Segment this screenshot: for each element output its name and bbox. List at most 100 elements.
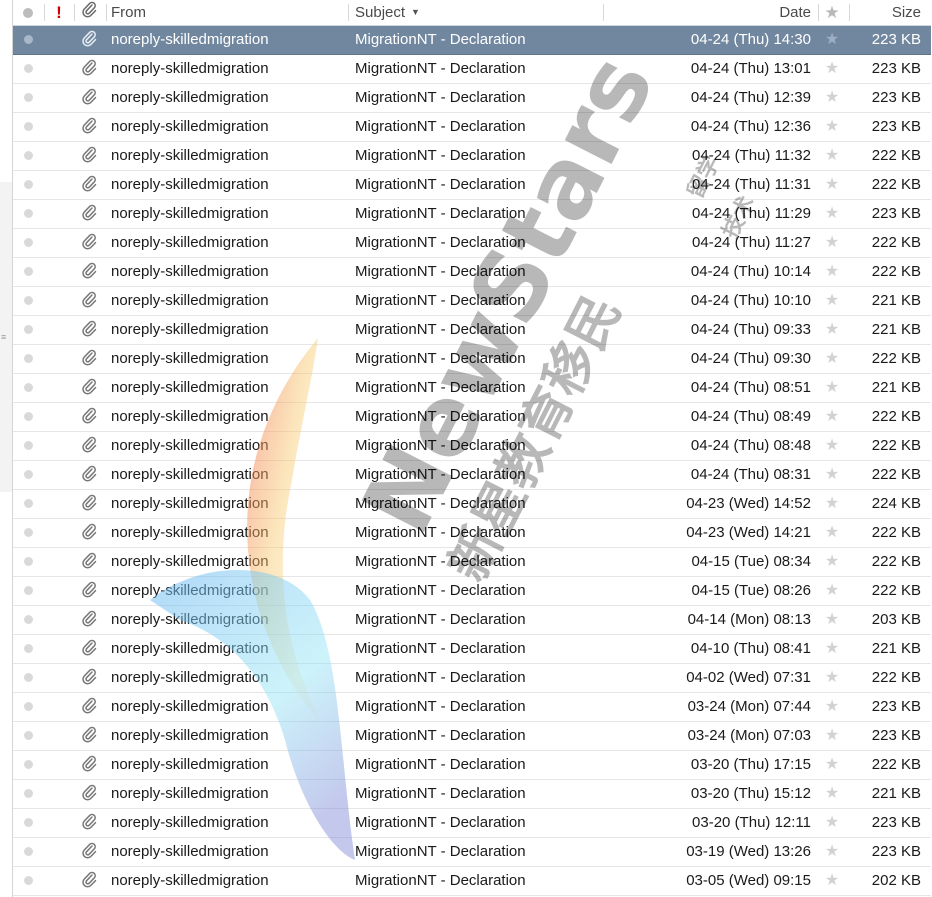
message-row[interactable]: noreply-skilledmigration MigrationNT - De… — [13, 635, 931, 664]
message-row[interactable]: noreply-skilledmigration MigrationNT - De… — [13, 316, 931, 345]
star-icon[interactable]: ★ — [819, 722, 845, 750]
star-icon[interactable]: ★ — [819, 838, 845, 866]
star-icon[interactable]: ★ — [819, 519, 845, 547]
from-column-header[interactable]: From — [111, 0, 351, 25]
read-status-toggle[interactable] — [13, 258, 43, 286]
read-status-toggle[interactable] — [13, 751, 43, 779]
star-icon[interactable]: ★ — [819, 780, 845, 808]
read-status-toggle[interactable] — [13, 519, 43, 547]
star-icon[interactable]: ★ — [819, 693, 845, 721]
message-row[interactable]: noreply-skilledmigration MigrationNT - De… — [13, 664, 931, 693]
star-icon[interactable]: ★ — [819, 26, 845, 54]
message-row[interactable]: noreply-skilledmigration MigrationNT - De… — [13, 345, 931, 374]
read-status-toggle[interactable] — [13, 113, 43, 141]
message-row[interactable]: noreply-skilledmigration MigrationNT - De… — [13, 84, 931, 113]
read-status-toggle[interactable] — [13, 693, 43, 721]
star-icon[interactable]: ★ — [819, 287, 845, 315]
read-status-column-header[interactable] — [13, 0, 43, 25]
read-status-toggle[interactable] — [13, 200, 43, 228]
star-icon[interactable]: ★ — [819, 664, 845, 692]
message-row[interactable]: noreply-skilledmigration MigrationNT - De… — [13, 751, 931, 780]
message-row[interactable]: noreply-skilledmigration MigrationNT - De… — [13, 142, 931, 171]
star-icon[interactable]: ★ — [819, 113, 845, 141]
message-size: 223 KB — [871, 814, 921, 831]
star-icon[interactable]: ★ — [819, 635, 845, 663]
read-status-toggle[interactable] — [13, 664, 43, 692]
message-row[interactable]: noreply-skilledmigration MigrationNT - De… — [13, 461, 931, 490]
star-icon[interactable]: ★ — [819, 432, 845, 460]
read-status-toggle[interactable] — [13, 548, 43, 576]
message-row[interactable]: noreply-skilledmigration MigrationNT - De… — [13, 403, 931, 432]
subject-column-header[interactable]: Subject ▼ — [355, 0, 605, 25]
message-row[interactable]: noreply-skilledmigration MigrationNT - De… — [13, 200, 931, 229]
star-icon[interactable]: ★ — [819, 55, 845, 83]
read-status-toggle[interactable] — [13, 577, 43, 605]
size-column-header[interactable]: Size — [851, 0, 921, 25]
read-status-toggle[interactable] — [13, 606, 43, 634]
star-icon[interactable]: ★ — [819, 867, 845, 895]
star-icon[interactable]: ★ — [819, 171, 845, 199]
star-icon[interactable]: ★ — [819, 200, 845, 228]
message-row[interactable]: noreply-skilledmigration MigrationNT - De… — [13, 490, 931, 519]
read-status-toggle[interactable] — [13, 287, 43, 315]
message-row[interactable]: noreply-skilledmigration MigrationNT - De… — [13, 780, 931, 809]
read-status-toggle[interactable] — [13, 838, 43, 866]
message-row[interactable]: noreply-skilledmigration MigrationNT - De… — [13, 229, 931, 258]
message-row[interactable]: noreply-skilledmigration MigrationNT - De… — [13, 519, 931, 548]
read-status-toggle[interactable] — [13, 345, 43, 373]
read-status-toggle[interactable] — [13, 403, 43, 431]
read-status-toggle[interactable] — [13, 780, 43, 808]
read-status-toggle[interactable] — [13, 635, 43, 663]
star-icon[interactable]: ★ — [819, 403, 845, 431]
star-icon[interactable]: ★ — [819, 84, 845, 112]
read-status-toggle[interactable] — [13, 374, 43, 402]
message-row[interactable]: noreply-skilledmigration MigrationNT - De… — [13, 867, 931, 896]
star-icon[interactable]: ★ — [819, 577, 845, 605]
star-icon[interactable]: ★ — [819, 345, 845, 373]
star-column-header[interactable]: ★ — [819, 0, 845, 25]
message-row[interactable]: noreply-skilledmigration MigrationNT - De… — [13, 113, 931, 142]
message-row[interactable]: noreply-skilledmigration MigrationNT - De… — [13, 606, 931, 635]
date-column-header[interactable]: Date — [613, 0, 811, 25]
read-status-toggle[interactable] — [13, 55, 43, 83]
attachment-column-header[interactable] — [75, 0, 103, 25]
message-row[interactable]: noreply-skilledmigration MigrationNT - De… — [13, 722, 931, 751]
pane-grip-icon[interactable]: ≡ — [1, 332, 6, 342]
read-status-toggle[interactable] — [13, 722, 43, 750]
message-row[interactable]: noreply-skilledmigration MigrationNT - De… — [13, 548, 931, 577]
message-row[interactable]: noreply-skilledmigration MigrationNT - De… — [13, 171, 931, 200]
read-status-toggle[interactable] — [13, 26, 43, 54]
star-icon[interactable]: ★ — [819, 606, 845, 634]
star-icon[interactable]: ★ — [819, 316, 845, 344]
read-status-toggle[interactable] — [13, 432, 43, 460]
star-icon[interactable]: ★ — [819, 461, 845, 489]
importance-column-header[interactable]: ! — [45, 0, 73, 25]
read-status-toggle[interactable] — [13, 229, 43, 257]
message-row[interactable]: noreply-skilledmigration MigrationNT - De… — [13, 693, 931, 722]
message-row[interactable]: noreply-skilledmigration MigrationNT - De… — [13, 287, 931, 316]
star-icon[interactable]: ★ — [819, 751, 845, 779]
message-row[interactable]: noreply-skilledmigration MigrationNT - De… — [13, 26, 931, 55]
read-status-toggle[interactable] — [13, 490, 43, 518]
star-icon[interactable]: ★ — [819, 374, 845, 402]
star-icon[interactable]: ★ — [819, 229, 845, 257]
message-row[interactable]: noreply-skilledmigration MigrationNT - De… — [13, 432, 931, 461]
message-row[interactable]: noreply-skilledmigration MigrationNT - De… — [13, 577, 931, 606]
read-status-toggle[interactable] — [13, 171, 43, 199]
star-icon[interactable]: ★ — [819, 258, 845, 286]
read-status-toggle[interactable] — [13, 142, 43, 170]
read-status-toggle[interactable] — [13, 84, 43, 112]
star-icon[interactable]: ★ — [819, 142, 845, 170]
star-icon[interactable]: ★ — [819, 548, 845, 576]
message-row[interactable]: noreply-skilledmigration MigrationNT - De… — [13, 55, 931, 84]
message-row[interactable]: noreply-skilledmigration MigrationNT - De… — [13, 374, 931, 403]
message-row[interactable]: noreply-skilledmigration MigrationNT - De… — [13, 838, 931, 867]
read-status-toggle[interactable] — [13, 316, 43, 344]
star-icon[interactable]: ★ — [819, 809, 845, 837]
star-icon[interactable]: ★ — [819, 490, 845, 518]
read-status-toggle[interactable] — [13, 809, 43, 837]
read-status-toggle[interactable] — [13, 867, 43, 895]
read-status-toggle[interactable] — [13, 461, 43, 489]
message-row[interactable]: noreply-skilledmigration MigrationNT - De… — [13, 258, 931, 287]
message-row[interactable]: noreply-skilledmigration MigrationNT - De… — [13, 809, 931, 838]
